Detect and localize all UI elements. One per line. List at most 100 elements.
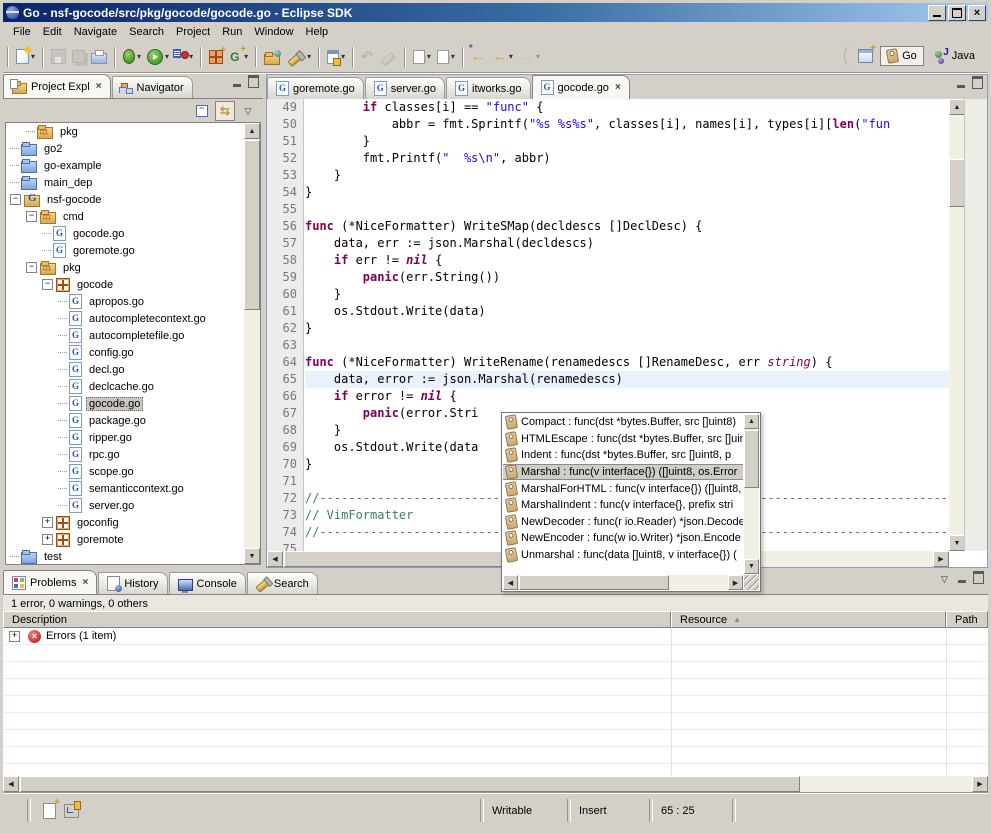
tab-project-explorer[interactable]: Project Expl × <box>3 74 111 98</box>
editor-tab-goremote-go[interactable]: Ggoremote.go <box>267 77 364 99</box>
tree-item-autocompletefile-go[interactable]: Gautocompletefile.go <box>6 327 244 344</box>
autocomplete-item-indent[interactable]: Indent : func(dst *bytes.Buffer, src []u… <box>503 447 743 464</box>
tree-item-go-example[interactable]: go-example <box>6 157 244 174</box>
back-button[interactable]: ▾ <box>490 45 515 69</box>
editor-minimize-button[interactable] <box>955 79 966 89</box>
new-go-element-button[interactable]: ▾ <box>325 45 347 69</box>
column-header-path[interactable]: Path <box>946 611 988 628</box>
expand-icon[interactable]: + <box>42 517 53 528</box>
close-tab-icon[interactable]: × <box>96 81 102 92</box>
tree-item-pkg[interactable]: pkg <box>6 123 244 140</box>
format-button[interactable] <box>377 45 399 69</box>
tree-item-config-go[interactable]: Gconfig.go <box>6 344 244 361</box>
tab-console[interactable]: Console <box>169 572 246 594</box>
scroll-thumb[interactable] <box>20 776 800 792</box>
search-button[interactable]: ▾ <box>284 45 313 69</box>
tree-item-goremote[interactable]: +goremote <box>6 531 244 548</box>
perspective-java-button[interactable]: JJava <box>928 47 982 66</box>
popup-vertical-scrollbar[interactable]: ▲ ▼ <box>744 414 759 574</box>
collapse-icon[interactable]: − <box>26 211 37 222</box>
autocomplete-item-marshalindent[interactable]: MarshalIndent : func(v interface{}, pref… <box>503 497 743 514</box>
tree-item-goremote-go[interactable]: Ggoremote.go <box>6 242 244 259</box>
fast-view-restore-icon[interactable] <box>64 804 79 818</box>
scroll-up-button[interactable]: ▲ <box>949 99 965 115</box>
code-editor[interactable]: 49 if classes[i] == "func" {50 abbr = fm… <box>267 99 987 567</box>
problems-horizontal-scrollbar[interactable]: ◀ ▶ <box>3 776 988 792</box>
autocomplete-item-marshalforhtml[interactable]: MarshalForHTML : func(v interface{}) ([]… <box>503 480 743 497</box>
scroll-left-button[interactable]: ◀ <box>503 575 518 590</box>
close-button[interactable]: × <box>968 5 986 21</box>
scroll-down-button[interactable]: ▼ <box>949 535 965 551</box>
undo-button[interactable] <box>359 45 375 69</box>
autocomplete-item-newdecoder[interactable]: NewDecoder : func(r io.Reader) *json.Dec… <box>503 514 743 531</box>
save-button[interactable] <box>49 45 68 69</box>
print-button[interactable] <box>89 45 109 69</box>
minimize-button[interactable] <box>928 5 946 21</box>
debug-button[interactable]: ▾ <box>121 45 143 69</box>
dropdown-arrow-icon[interactable]: ▾ <box>509 52 513 61</box>
problems-view-menu-button[interactable]: ▽ <box>939 574 950 584</box>
scroll-thumb[interactable] <box>949 159 965 207</box>
tree-item-declcache-go[interactable]: Gdeclcache.go <box>6 378 244 395</box>
autocomplete-item-newencoder[interactable]: NewEncoder : func(w io.Writer) *json.Enc… <box>503 530 743 547</box>
tab-search[interactable]: Search <box>247 572 318 594</box>
autocomplete-item-htmlescape[interactable]: HTMLEscape : func(dst *bytes.Buffer, src… <box>503 431 743 448</box>
tab-problems[interactable]: Problems× <box>3 570 97 594</box>
collapse-icon[interactable]: − <box>26 262 37 273</box>
last-edit-location-button[interactable] <box>469 45 488 69</box>
scroll-down-button[interactable]: ▼ <box>244 548 260 564</box>
autocomplete-list[interactable]: Compact : func(dst *bytes.Buffer, src []… <box>503 414 743 574</box>
dropdown-arrow-icon[interactable]: ▾ <box>341 52 345 61</box>
editor-maximize-button[interactable] <box>972 79 983 89</box>
tree-item-test[interactable]: test <box>6 548 244 564</box>
menu-navigate[interactable]: Navigate <box>68 24 123 40</box>
scroll-right-button[interactable]: ▶ <box>933 551 949 567</box>
link-with-editor-button[interactable]: ⇆ <box>215 101 235 121</box>
tree-item-gocode-go[interactable]: Ggocode.go <box>6 225 244 242</box>
dropdown-arrow-icon[interactable]: ▾ <box>189 52 193 61</box>
forward-button[interactable]: ▾ <box>517 45 542 69</box>
tree-item-server-go[interactable]: Gserver.go <box>6 497 244 514</box>
collapse-all-button[interactable] <box>193 102 211 120</box>
autocomplete-item-marshal[interactable]: Marshal : func(v interface{}) ([]uint8, … <box>503 464 743 481</box>
tree-item-gocode-go[interactable]: Ggocode.go <box>6 395 244 412</box>
dropdown-arrow-icon[interactable]: ▾ <box>137 52 141 61</box>
menu-run[interactable]: Run <box>216 24 248 40</box>
menu-window[interactable]: Window <box>248 24 299 40</box>
autocomplete-item-compact[interactable]: Compact : func(dst *bytes.Buffer, src []… <box>503 414 743 431</box>
scroll-thumb[interactable] <box>744 430 759 488</box>
editor-tab-itworks-go[interactable]: Gitworks.go <box>446 77 531 99</box>
column-header-resource[interactable]: Resource▲ <box>671 611 946 628</box>
scroll-left-button[interactable]: ◀ <box>3 776 19 792</box>
expand-icon[interactable]: + <box>9 631 20 642</box>
menu-file[interactable]: File <box>7 24 37 40</box>
close-tab-icon[interactable]: × <box>82 577 88 588</box>
run-coverage-button[interactable]: ▾ <box>185 45 195 69</box>
autocomplete-item-unmarshal[interactable]: Unmarshal : func(data []uint8, v interfa… <box>503 547 743 564</box>
scroll-down-button[interactable]: ▼ <box>744 559 759 574</box>
tree-item-cmd[interactable]: −cmd <box>6 208 244 225</box>
explorer-view-menu-button[interactable]: ▽ <box>239 102 257 120</box>
tree-item-go2[interactable]: go2 <box>6 140 244 157</box>
maximize-button[interactable] <box>948 5 966 21</box>
tree-item-main-dep[interactable]: main_dep <box>6 174 244 191</box>
tree-item-rpc-go[interactable]: Grpc.go <box>6 446 244 463</box>
close-tab-icon[interactable]: × <box>615 82 621 93</box>
expand-icon[interactable]: + <box>42 534 53 545</box>
explorer-tree[interactable]: pkggo2go-examplemain_dep−nsf-gocode−cmdG… <box>6 123 244 564</box>
editor-vertical-scrollbar[interactable]: ▲ ▼ <box>949 99 965 551</box>
fast-view-new-icon[interactable] <box>43 803 56 819</box>
tree-item-autocompletecontext-go[interactable]: Gautocompletecontext.go <box>6 310 244 327</box>
scroll-thumb[interactable] <box>244 140 260 310</box>
new-package-button[interactable] <box>207 45 225 69</box>
menu-project[interactable]: Project <box>170 24 216 40</box>
tree-item-nsf-gocode[interactable]: −nsf-gocode <box>6 191 244 208</box>
explorer-minimize-button[interactable] <box>231 78 242 88</box>
scroll-right-button[interactable]: ▶ <box>728 575 743 590</box>
dropdown-arrow-icon[interactable]: ▾ <box>536 52 540 61</box>
collapse-icon[interactable]: − <box>42 279 53 290</box>
tab-history[interactable]: History <box>98 572 167 594</box>
open-perspective-button[interactable] <box>856 44 875 68</box>
new-wizard-button[interactable]: ▾ <box>14 45 37 69</box>
tree-item-apropos-go[interactable]: Gapropos.go <box>6 293 244 310</box>
